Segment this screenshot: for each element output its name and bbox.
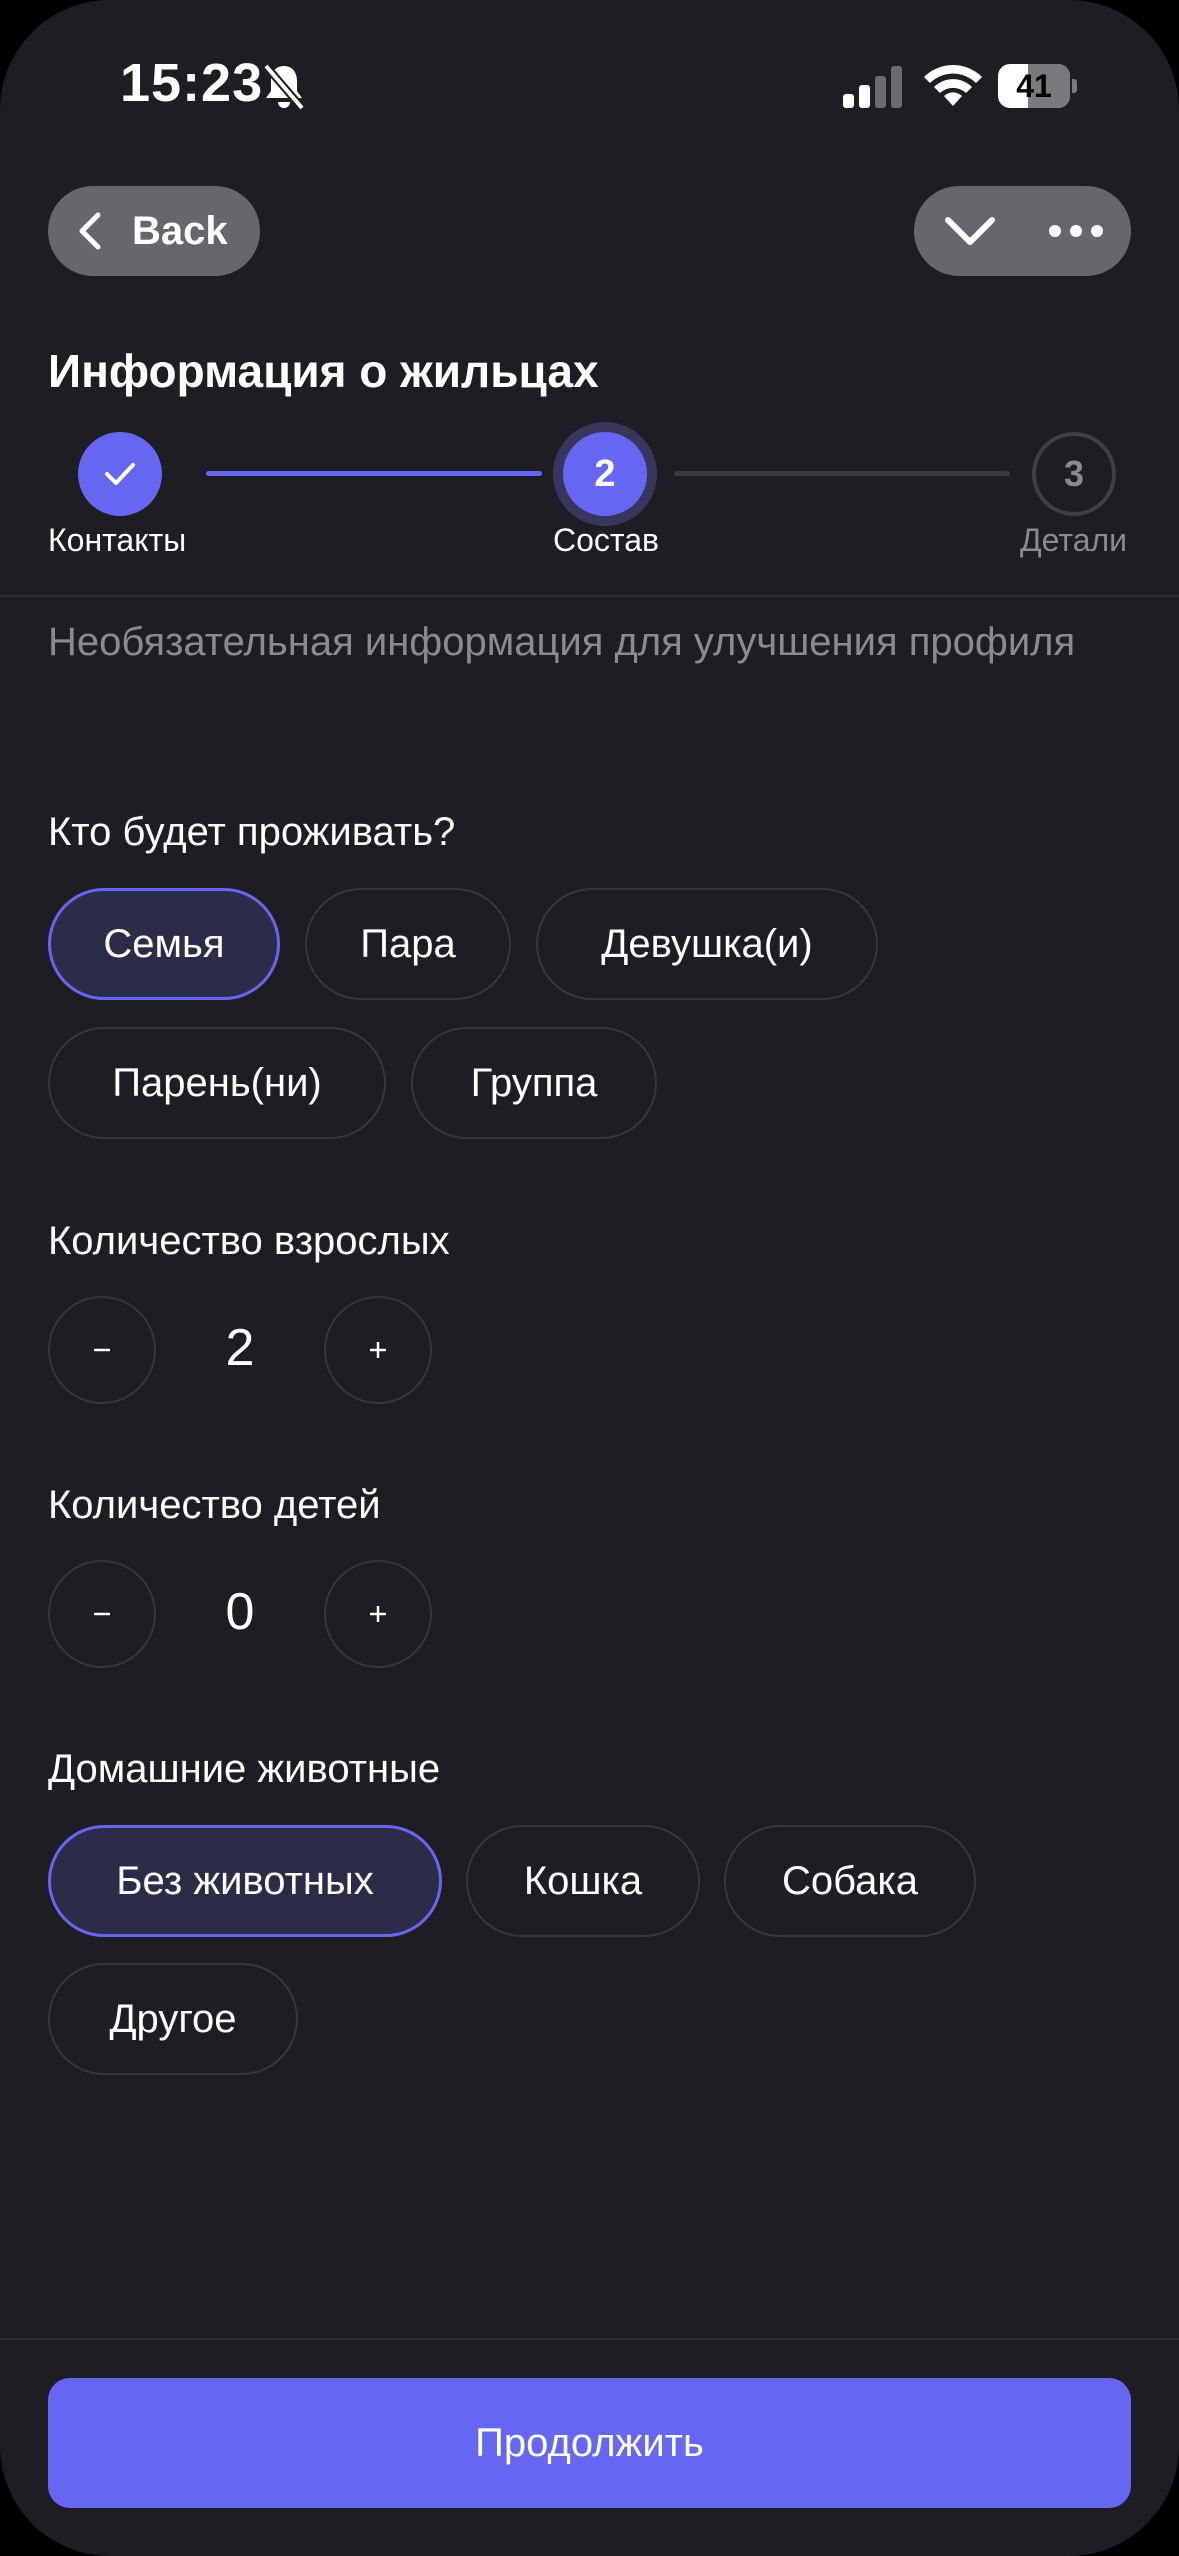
adults-title: Количество взрослых bbox=[48, 1219, 450, 1263]
plus-icon bbox=[370, 1342, 386, 1358]
status-time: 15:23 bbox=[120, 53, 264, 113]
cellular-signal-icon bbox=[843, 66, 902, 108]
battery-body: 41 bbox=[998, 64, 1070, 108]
adults-count: 2 bbox=[225, 1319, 255, 1377]
battery-percent: 41 bbox=[1016, 68, 1052, 104]
minus-icon bbox=[94, 1612, 110, 1616]
chevron-left-icon bbox=[79, 212, 101, 250]
form-subtitle: Необязательная информация для улучшения … bbox=[48, 620, 1076, 664]
battery-indicator: 41 bbox=[998, 64, 1077, 108]
chip-group[interactable]: Группа bbox=[411, 1027, 657, 1139]
plus-icon bbox=[370, 1606, 386, 1622]
pets-title: Домашние животные bbox=[48, 1747, 441, 1791]
residents-title: Кто будет проживать? bbox=[48, 810, 456, 854]
adults-plus-button[interactable] bbox=[324, 1296, 432, 1404]
step-line-pending bbox=[674, 471, 1010, 476]
children-count: 0 bbox=[225, 1583, 255, 1641]
chip-dog[interactable]: Собака bbox=[724, 1825, 976, 1937]
minus-icon bbox=[94, 1348, 110, 1352]
step-label-details: Детали bbox=[1020, 522, 1128, 558]
chip-cat[interactable]: Кошка bbox=[466, 1825, 700, 1937]
continue-button[interactable]: Продолжить bbox=[48, 2378, 1131, 2508]
battery-tip bbox=[1072, 79, 1077, 93]
adults-minus-button[interactable] bbox=[48, 1296, 156, 1404]
app-screen: 15:23 41 Back Информация о жильцах 2 3 К… bbox=[0, 0, 1179, 2556]
step-1-completed bbox=[78, 432, 162, 516]
chevron-down-icon[interactable] bbox=[942, 208, 998, 254]
nav-actions bbox=[914, 186, 1131, 276]
children-plus-button[interactable] bbox=[324, 1560, 432, 1668]
step-label-contacts: Контакты bbox=[48, 522, 187, 558]
back-label: Back bbox=[132, 208, 228, 253]
header-divider bbox=[0, 595, 1179, 597]
chip-guys[interactable]: Парень(ни) bbox=[48, 1027, 386, 1139]
more-icon[interactable] bbox=[1047, 218, 1105, 244]
step-line-completed bbox=[206, 471, 542, 476]
children-minus-button[interactable] bbox=[48, 1560, 156, 1668]
chip-girls[interactable]: Девушка(и) bbox=[536, 888, 878, 1000]
chip-family[interactable]: Семья bbox=[48, 888, 280, 1000]
page-title: Информация о жильцах bbox=[48, 345, 599, 397]
check-icon bbox=[105, 463, 135, 485]
wifi-icon bbox=[924, 64, 982, 106]
chip-other[interactable]: Другое bbox=[48, 1963, 298, 2075]
children-title: Количество детей bbox=[48, 1483, 381, 1527]
step-2-number: 2 bbox=[563, 432, 647, 516]
step-3-pending: 3 bbox=[1032, 432, 1116, 516]
chip-couple[interactable]: Пара bbox=[305, 888, 511, 1000]
back-button[interactable]: Back bbox=[48, 186, 260, 276]
chip-no-pets[interactable]: Без животных bbox=[48, 1825, 442, 1937]
footer-divider bbox=[0, 2338, 1179, 2340]
bell-muted-icon bbox=[262, 63, 306, 111]
step-2-active: 2 bbox=[553, 422, 657, 526]
step-label-composition: Состав bbox=[553, 522, 659, 558]
